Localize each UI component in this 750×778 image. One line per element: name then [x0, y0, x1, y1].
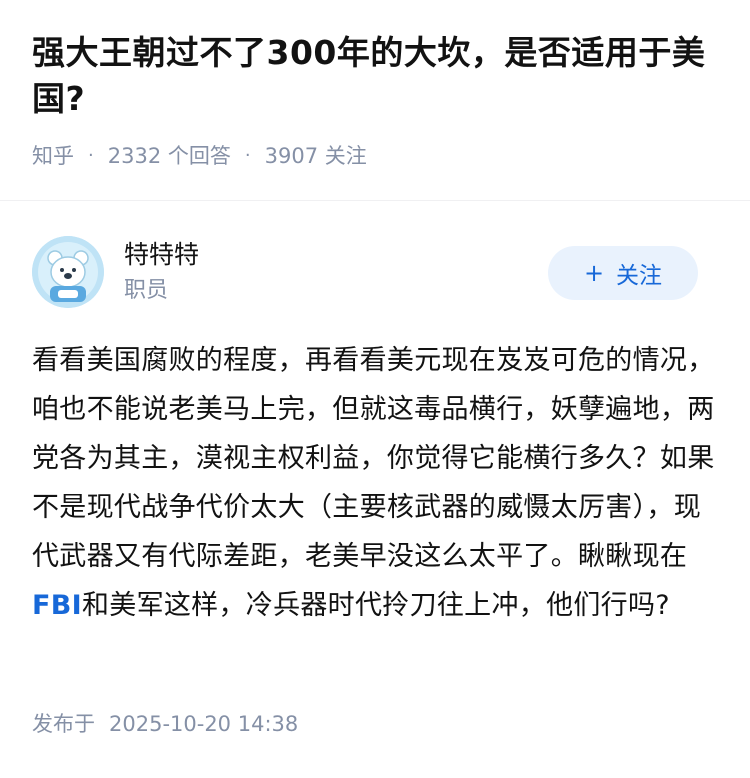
- followers-count: 3907: [264, 144, 319, 168]
- avatar[interactable]: [32, 236, 104, 308]
- answers-label: 个回答: [167, 144, 231, 168]
- publish-info: 发布于 2025-10-20 14:38: [32, 708, 298, 740]
- question-header: 强大王朝过不了300年的大坎，是否适用于美国? 知乎 · 2332 个回答 · …: [0, 0, 750, 170]
- author-bio: 职员: [124, 278, 169, 303]
- answer-content: 看看美国腐败的程度，再看看美元现在岌岌可危的情况，咱也不能说老美马上完，但就这毒…: [32, 336, 722, 630]
- author-name[interactable]: 特特特: [124, 238, 199, 272]
- follow-button-label: 关注: [616, 263, 663, 289]
- follow-button[interactable]: + 关注: [548, 246, 698, 300]
- answer-text-part1: 看看美国腐败的程度，再看看美元现在岌岌可危的情况，咱也不能说老美马上完，但就这毒…: [32, 345, 715, 572]
- question-title[interactable]: 强大王朝过不了300年的大坎，是否适用于美国?: [32, 30, 722, 122]
- answer-text-part2: 和美军这样，冷兵器时代拎刀往上冲，他们行吗?: [81, 590, 670, 621]
- section-divider: [0, 200, 750, 201]
- meta-separator: ·: [244, 144, 251, 166]
- answers-count-link[interactable]: 2332 个回答: [108, 140, 231, 170]
- meta-separator: ·: [88, 144, 94, 166]
- question-meta: 知乎 · 2332 个回答 · 3907 关注: [32, 140, 718, 170]
- followers-count-link[interactable]: 3907 关注: [265, 140, 367, 170]
- followers-label: 关注: [324, 144, 367, 168]
- plus-icon: +: [583, 259, 605, 287]
- author-card: 特特特 职员 + 关注: [32, 234, 698, 310]
- publish-datetime: 2025-10-20 14:38: [109, 712, 299, 736]
- source-label[interactable]: 知乎: [32, 140, 74, 170]
- bear-avatar-icon: [32, 236, 104, 308]
- publish-label: 发布于: [32, 712, 95, 736]
- answers-count: 2332: [107, 144, 162, 168]
- fbi-link[interactable]: FBI: [32, 590, 82, 621]
